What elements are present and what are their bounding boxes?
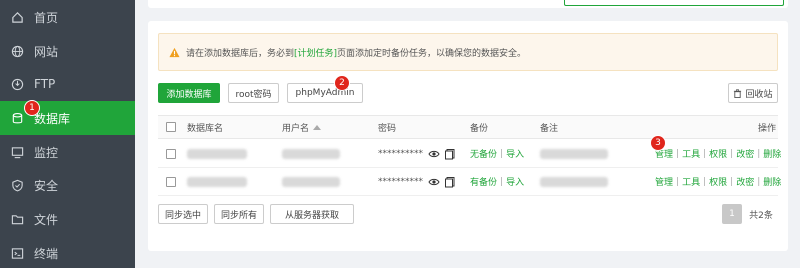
sidebar-item-files[interactable]: 文件 (0, 202, 135, 236)
notice-prefix: 请在添加数据库后，务必到 (186, 48, 295, 59)
eye-icon[interactable] (428, 148, 440, 160)
eye-icon[interactable] (428, 176, 440, 188)
sidebar-item-database[interactable]: 数据库 (0, 101, 135, 135)
database-icon (10, 111, 24, 125)
database-panel: 请在添加数据库后，务必到 [计划任务] 页面添加定时备份任务，以确保您的数据安全… (148, 21, 788, 251)
terminal-icon (10, 246, 24, 260)
shield-icon (10, 178, 24, 192)
warning-icon (169, 47, 180, 58)
sidebar-item-ftp[interactable]: FTP (0, 67, 135, 101)
sort-icon (313, 124, 322, 130)
sidebar-item-terminal[interactable]: 终端 (0, 236, 135, 268)
change-password-link[interactable]: 改密 (736, 175, 754, 188)
top-input[interactable] (564, 0, 784, 6)
sidebar-item-label: 安全 (34, 178, 59, 193)
folder-icon (10, 212, 24, 226)
recycle-bin-label: 回收站 (745, 89, 773, 100)
actions-cell: 管理 | 工具 | 权限 | 改密 | 删除 (655, 147, 782, 161)
db-name-cell[interactable] (187, 140, 247, 167)
delete-link[interactable]: 删除 (763, 175, 781, 188)
sidebar-item-security[interactable]: 安全 (0, 168, 135, 202)
password-mask: ********** (378, 148, 423, 159)
total-count: 共2条 (749, 210, 773, 221)
header-username[interactable]: 用户名 (282, 116, 322, 138)
copy-icon[interactable] (444, 176, 456, 188)
root-password-button[interactable]: root密码 (228, 83, 279, 103)
recycle-bin-button[interactable]: 回收站 (728, 83, 778, 103)
sidebar-item-sites[interactable]: 网站 (0, 34, 135, 68)
sidebar-item-label: 终端 (34, 246, 59, 261)
cron-link[interactable]: [计划任务] (294, 46, 337, 59)
copy-icon[interactable] (444, 148, 456, 160)
password-mask: ********** (378, 176, 423, 187)
table-header: 数据库名 用户名 密码 备份 备注 操作 (158, 115, 778, 139)
sync-selected-button[interactable]: 同步选中 (158, 204, 208, 224)
row-checkbox[interactable] (166, 148, 176, 159)
header-actions: 操作 (758, 123, 777, 134)
step-badge: 2 (334, 75, 350, 91)
current-page[interactable]: 1 (722, 204, 742, 224)
delete-link[interactable]: 删除 (763, 147, 781, 160)
sidebar: 首页 网站 FTP 数据库 监控 安全 文件 终端 1 (0, 0, 135, 268)
username-cell (282, 168, 340, 195)
fetch-from-server-button[interactable]: 从服务器获取 (270, 204, 354, 224)
sidebar-item-label: 数据库 (34, 111, 71, 126)
step-badge: 1 (24, 100, 40, 116)
table-row: ********** 有备份 | 导入 管理 | 工具 | 权限 | 改密 | 删除 (158, 168, 782, 196)
sidebar-item-label: FTP (34, 77, 56, 91)
note-cell[interactable] (540, 168, 608, 195)
sidebar-item-label: 监控 (34, 145, 59, 160)
actions-cell: 管理 | 工具 | 权限 | 改密 | 删除 (655, 175, 782, 189)
sidebar-item-label: 网站 (34, 44, 59, 59)
sidebar-item-label: 文件 (34, 212, 59, 227)
username-cell (282, 140, 340, 167)
permissions-link[interactable]: 权限 (709, 175, 727, 188)
header-username-label: 用户名 (282, 123, 310, 134)
backup-status-link[interactable]: 无备份 (470, 147, 497, 160)
select-all-checkbox[interactable] (166, 122, 176, 132)
import-link[interactable]: 导入 (506, 175, 524, 188)
password-cell: ********** (378, 140, 456, 167)
manage-link[interactable]: 管理 (655, 175, 673, 188)
top-panel (148, 0, 788, 8)
globe-icon (10, 44, 24, 58)
trash-icon (733, 88, 742, 98)
tools-link[interactable]: 工具 (682, 175, 700, 188)
row-checkbox[interactable] (166, 176, 176, 187)
phpmyadmin-button[interactable]: phpMyAdmin (287, 83, 363, 103)
password-cell: ********** (378, 168, 456, 195)
header-backup: 备份 (470, 123, 489, 134)
header-note: 备注 (540, 123, 559, 134)
sync-all-button[interactable]: 同步所有 (214, 204, 264, 224)
monitor-icon (10, 145, 24, 159)
backup-status-link[interactable]: 有备份 (470, 175, 497, 188)
tools-link[interactable]: 工具 (682, 147, 700, 160)
permissions-link[interactable]: 权限 (709, 147, 727, 160)
header-password: 密码 (378, 123, 397, 134)
backup-cell: 无备份 | 导入 (470, 147, 525, 161)
change-password-link[interactable]: 改密 (736, 147, 754, 160)
db-name-cell[interactable] (187, 168, 247, 195)
ftp-icon (10, 77, 24, 91)
table-row: ********** 无备份 | 导入 管理 | 工具 | 权限 | 改密 | 删除 3 (158, 135, 782, 168)
backup-cell: 有备份 | 导入 (470, 175, 525, 189)
notice-suffix: 页面添加定时备份任务，以确保您的数据安全。 (337, 48, 527, 59)
backup-notice: 请在添加数据库后，务必到 [计划任务] 页面添加定时备份任务，以确保您的数据安全… (158, 33, 778, 71)
add-database-button[interactable]: 添加数据库 (158, 83, 220, 103)
sidebar-item-monitor[interactable]: 监控 (0, 135, 135, 169)
sidebar-item-label: 首页 (34, 10, 59, 25)
step-badge: 3 (650, 135, 666, 151)
import-link[interactable]: 导入 (506, 147, 524, 160)
note-cell[interactable] (540, 140, 608, 167)
header-db-name[interactable]: 数据库名 (187, 116, 223, 138)
sidebar-item-home[interactable]: 首页 (0, 0, 135, 34)
home-icon (10, 10, 24, 24)
